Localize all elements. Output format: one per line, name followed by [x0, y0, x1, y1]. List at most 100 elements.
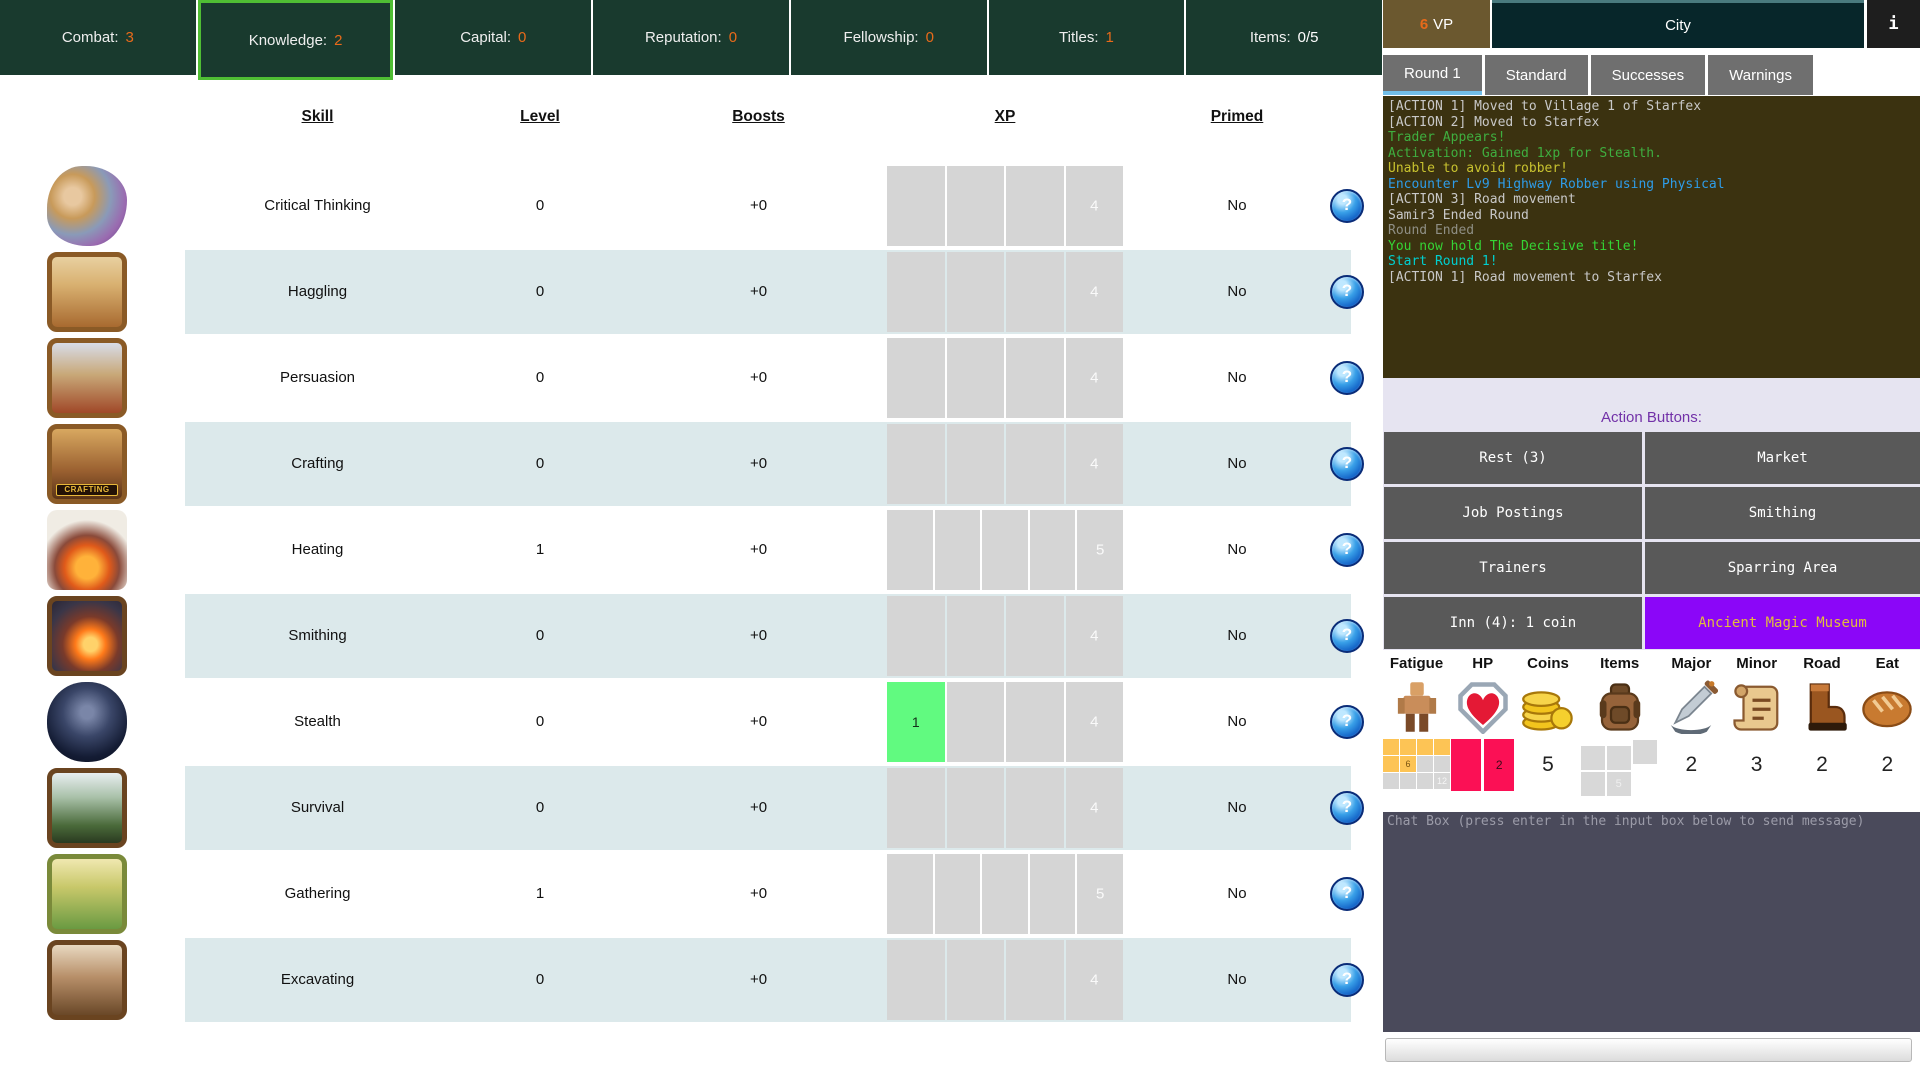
stat-label: Road	[1789, 655, 1854, 672]
xp-box	[1030, 854, 1076, 934]
xp-box	[1030, 510, 1076, 590]
score-tab-label: Items:	[1250, 29, 1291, 46]
chat-box[interactable]: Chat Box (press enter in the input box b…	[1383, 812, 1920, 1032]
fatigue-grid: 6 12	[1383, 739, 1450, 789]
action-button-trainers[interactable]: Trainers	[1384, 542, 1642, 594]
xp-track: 14	[887, 682, 1123, 762]
xp-box	[947, 252, 1005, 332]
stat-iconbox	[1789, 676, 1854, 738]
xp-box	[1006, 596, 1064, 676]
stat-coins: Coins 5	[1515, 655, 1580, 795]
log-line: Start Round 1!	[1388, 254, 1915, 270]
action-button-smithing[interactable]: Smithing	[1645, 487, 1920, 539]
help-icon[interactable]: ?	[1330, 877, 1364, 911]
stat-minor: Minor 3	[1724, 655, 1789, 795]
xp-box	[947, 424, 1005, 504]
stat-label: Coins	[1515, 655, 1580, 672]
xp-box	[887, 252, 945, 332]
header-skill[interactable]: Skill	[185, 108, 450, 126]
xp-box-label: 4	[1066, 628, 1124, 645]
header-level[interactable]: Level	[450, 108, 630, 126]
skill-name: Heating	[185, 507, 450, 593]
action-button-rest-3[interactable]: Rest (3)	[1384, 432, 1642, 484]
score-tab-capital[interactable]: Capital: 0	[395, 0, 591, 75]
brain-icon	[47, 166, 127, 246]
help-icon[interactable]: ?	[1330, 619, 1364, 653]
score-tab-value: 3	[126, 29, 134, 46]
action-button-market[interactable]: Market	[1645, 432, 1920, 484]
skill-primed: No	[1123, 335, 1351, 421]
scroll-icon	[1730, 680, 1784, 734]
skill-row-persuasion: Persuasion 0 +0 4 No ?	[0, 335, 1382, 421]
skill-name: Smithing	[185, 593, 450, 679]
xp-track: 4	[887, 596, 1123, 676]
header-xp[interactable]: XP	[887, 108, 1123, 126]
skill-primed: No	[1123, 679, 1351, 765]
log-line: Samir3 Ended Round	[1388, 208, 1915, 224]
fatigue-cell: 6	[1400, 756, 1416, 772]
help-icon[interactable]: ?	[1330, 705, 1364, 739]
score-tab-items[interactable]: Items: 0/5	[1186, 0, 1382, 75]
skill-name: Excavating	[185, 937, 450, 1023]
xp-box	[947, 940, 1005, 1020]
skill-primed: No	[1123, 507, 1351, 593]
score-tab-knowledge[interactable]: Knowledge: 2	[198, 0, 394, 80]
score-tab-label: Knowledge:	[249, 32, 327, 49]
stat-value: 5	[1515, 739, 1580, 795]
skill-level: 0	[450, 163, 630, 249]
help-icon[interactable]: ?	[1330, 533, 1364, 567]
subtab-standard[interactable]: Standard	[1485, 55, 1588, 95]
skill-row-survival: Survival 0 +0 4 No ?	[0, 765, 1382, 851]
stat-road: Road 2	[1789, 655, 1854, 795]
info-button[interactable]: i	[1867, 0, 1920, 48]
header-boosts[interactable]: Boosts	[630, 108, 887, 126]
xp-box	[887, 940, 945, 1020]
help-icon[interactable]: ?	[1330, 189, 1364, 223]
xp-track: 4	[887, 338, 1123, 418]
xp-track: 4	[887, 768, 1123, 848]
help-icon[interactable]: ?	[1330, 963, 1364, 997]
subtab-successes[interactable]: Successes	[1591, 55, 1706, 95]
xp-box-label: 4	[1066, 714, 1124, 731]
skill-primed: No	[1123, 421, 1351, 507]
score-tab-label: Combat:	[62, 29, 119, 46]
help-icon[interactable]: ?	[1330, 447, 1364, 481]
action-button-sparring-area[interactable]: Sparring Area	[1645, 542, 1920, 594]
score-tab-titles[interactable]: Titles: 1	[989, 0, 1185, 75]
score-tab-reputation[interactable]: Reputation: 0	[593, 0, 789, 75]
score-tab-combat[interactable]: Combat: 3	[0, 0, 196, 75]
coins-icon	[1521, 680, 1575, 734]
stat-number: 5	[1542, 753, 1554, 776]
fatigue-cell: 12	[1434, 773, 1450, 789]
action-button-job-postings[interactable]: Job Postings	[1384, 487, 1642, 539]
xp-box	[982, 510, 1028, 590]
sword-icon	[1664, 680, 1718, 734]
subtab-warnings[interactable]: Warnings	[1708, 55, 1813, 95]
log-line: Trader Appears!	[1388, 130, 1915, 146]
stat-number: 2	[1816, 753, 1828, 776]
score-tab-fellowship[interactable]: Fellowship: 0	[791, 0, 987, 75]
help-icon[interactable]: ?	[1330, 361, 1364, 395]
skill-name: Stealth	[185, 679, 450, 765]
action-button-ancient-magic-museum[interactable]: Ancient Magic Museum	[1645, 597, 1920, 649]
stat-label: Fatigue	[1383, 655, 1450, 672]
fatigue-cell	[1434, 756, 1450, 772]
vp-tab[interactable]: 6 VP	[1383, 0, 1490, 48]
chat-title: Chat Box (press enter in the input box b…	[1387, 814, 1864, 829]
help-icon[interactable]: ?	[1330, 791, 1364, 825]
subtab-round-1[interactable]: Round 1	[1383, 55, 1482, 95]
header-primed[interactable]: Primed	[1123, 108, 1351, 126]
haggling-icon	[47, 252, 127, 332]
chat-input[interactable]	[1385, 1038, 1912, 1062]
skill-boosts: +0	[630, 163, 887, 249]
help-icon[interactable]: ?	[1330, 275, 1364, 309]
xp-box: 5	[1077, 854, 1123, 934]
location-tab[interactable]: City	[1492, 0, 1864, 48]
skill-name: Crafting	[185, 421, 450, 507]
skill-row-stealth: Stealth 0 +0 14 No ?	[0, 679, 1382, 765]
game-log[interactable]: [ACTION 1] Moved to Village 1 of Starfex…	[1383, 96, 1920, 378]
xp-box: 4	[1066, 682, 1124, 762]
action-button-inn-4-1-coin[interactable]: Inn (4): 1 coin	[1384, 597, 1642, 649]
stat-hp: HP 2	[1450, 655, 1515, 795]
fatigue-cell	[1417, 756, 1433, 772]
